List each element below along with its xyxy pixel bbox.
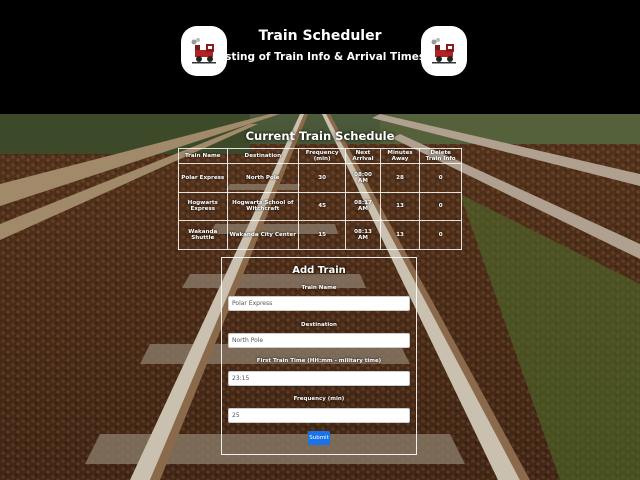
first-train-time-input[interactable] bbox=[228, 371, 410, 386]
frequency-label: Frequency (min) bbox=[293, 396, 345, 402]
train-name-cell: Wakanda Shuttle bbox=[178, 220, 228, 250]
next-arrival-cell: 08:17 AM bbox=[345, 191, 381, 222]
column-header: Destination bbox=[226, 148, 300, 164]
train-name-cell: Hogwarts Express bbox=[178, 191, 228, 222]
table-header-row: Train Name Destination Frequency (min) N… bbox=[178, 148, 462, 164]
delete-button[interactable]: 0 bbox=[419, 220, 462, 250]
delete-button[interactable]: 0 bbox=[419, 191, 462, 222]
frequency-input[interactable] bbox=[228, 408, 410, 423]
frequency-cell: 15 bbox=[298, 220, 347, 250]
train-name-cell: Polar Express bbox=[178, 163, 228, 193]
table-row: Polar Express North Pole 30 08:00 AM 28 … bbox=[178, 163, 462, 193]
minutes-away-cell: 13 bbox=[379, 220, 421, 250]
table-row: Wakanda Shuttle Wakanda City Center 15 0… bbox=[178, 220, 462, 250]
column-header: Next Arrival bbox=[345, 148, 381, 164]
delete-button[interactable]: 0 bbox=[419, 163, 462, 193]
minutes-away-cell: 28 bbox=[379, 163, 421, 193]
column-header: Minutes Away bbox=[379, 148, 421, 164]
form-title: Add Train bbox=[292, 265, 346, 276]
destination-input[interactable] bbox=[228, 333, 410, 348]
site-subtitle: Listing of Train Info & Arrival Times bbox=[214, 51, 426, 63]
destination-cell: Hogwarts School of Witchcraft bbox=[226, 191, 300, 222]
destination-label: Destination bbox=[301, 322, 337, 328]
frequency-cell: 45 bbox=[298, 191, 347, 222]
schedule-title: Current Train Schedule bbox=[245, 129, 395, 143]
site-title: Train Scheduler bbox=[258, 28, 382, 44]
column-header: Delete Train Info bbox=[419, 148, 462, 164]
minutes-away-cell: 13 bbox=[379, 191, 421, 222]
submit-button[interactable]: Submit bbox=[308, 431, 330, 445]
column-header: Train Name bbox=[178, 148, 228, 164]
train-logo-icon bbox=[421, 26, 467, 76]
schedule-table: Train Name Destination Frequency (min) N… bbox=[178, 148, 462, 250]
train-name-input[interactable] bbox=[228, 296, 410, 311]
first-train-time-label: First Train Time (HH:mm - military time) bbox=[256, 358, 382, 364]
header: Train Scheduler Listing of Train Info & … bbox=[0, 0, 640, 114]
next-arrival-cell: 08:13 AM bbox=[345, 220, 381, 250]
destination-cell: Wakanda City Center bbox=[226, 220, 300, 250]
column-header: Frequency (min) bbox=[298, 148, 347, 164]
destination-cell: North Pole bbox=[226, 163, 300, 193]
next-arrival-cell: 08:00 AM bbox=[345, 163, 381, 193]
table-row: Hogwarts Express Hogwarts School of Witc… bbox=[178, 191, 462, 222]
frequency-cell: 30 bbox=[298, 163, 347, 193]
train-name-label: Train Name bbox=[301, 285, 337, 291]
